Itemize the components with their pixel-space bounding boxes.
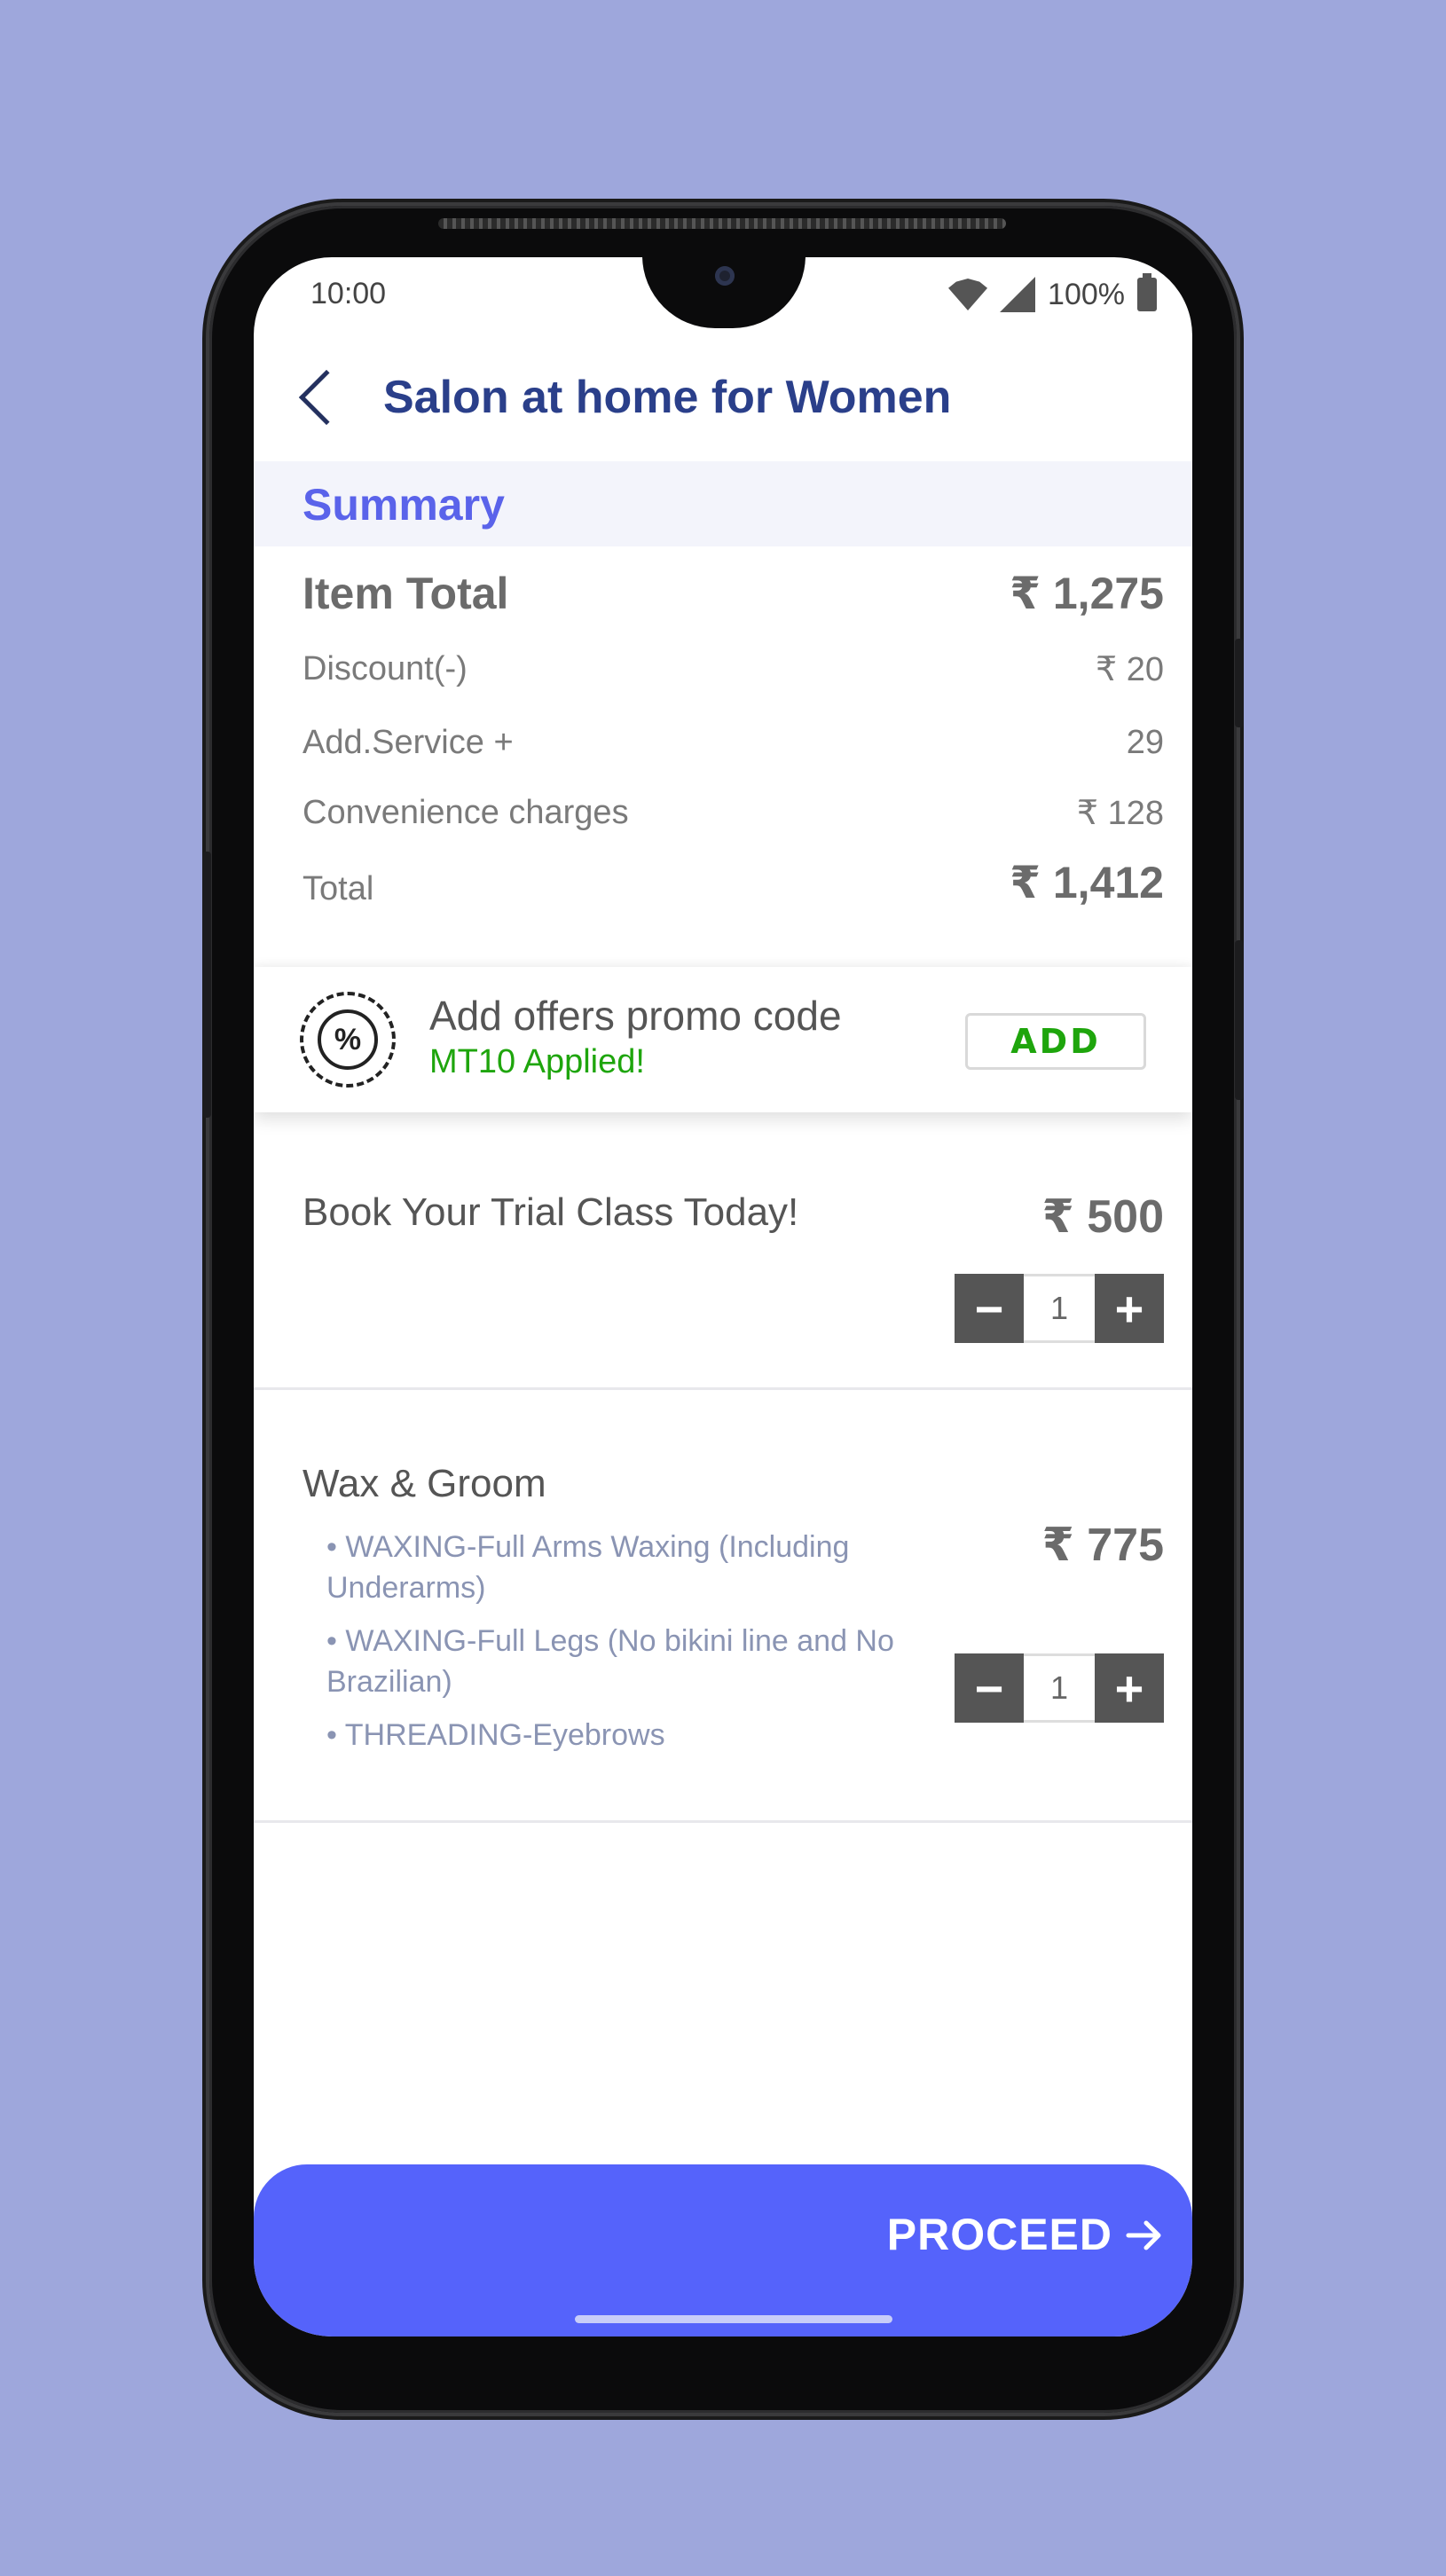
phone-speaker [438, 218, 1006, 229]
minus-icon[interactable]: − [955, 1274, 1024, 1343]
battery-percent: 100% [1048, 277, 1125, 311]
discount-row: Discount(-) ₹ 20 [303, 649, 1164, 689]
item-total-value: ₹ 1,275 [1010, 569, 1164, 618]
item-total-row: Item Total ₹ 1,275 [303, 568, 1164, 619]
item-detail: WAXING-Full Legs (No bikini line and No … [326, 1622, 912, 1703]
power-button [1235, 639, 1244, 727]
back-icon[interactable] [298, 369, 355, 426]
home-indicator[interactable] [575, 2315, 892, 2323]
status-time: 10:00 [310, 277, 387, 310]
minus-icon[interactable]: − [955, 1653, 1024, 1723]
quantity-stepper: − 1 + [955, 1653, 1164, 1723]
camera-icon [715, 266, 735, 286]
promo-card: % Add offers promo code MT10 Applied! AD… [254, 967, 1192, 1112]
item-name: Book Your Trial Class Today! [303, 1190, 799, 1234]
quantity-value: 1 [1024, 1653, 1095, 1723]
item-total-label: Item Total [303, 569, 509, 618]
discount-value: ₹ 20 [1095, 651, 1164, 688]
total-value: ₹ 1,412 [1010, 858, 1164, 907]
add-promo-button[interactable]: ADD [965, 1013, 1146, 1070]
convenience-value: ₹ 128 [1076, 795, 1164, 832]
add-service-row: Add.Service + 29 [303, 724, 1164, 762]
item-detail: WAXING-Full Arms Waxing (Including Under… [326, 1528, 912, 1609]
item-details-list: WAXING-Full Arms Waxing (Including Under… [326, 1528, 912, 1768]
promo-title: Add offers promo code [429, 993, 842, 1039]
add-service-label: Add.Service + [303, 724, 514, 761]
total-row: Total ₹ 1,412 [303, 857, 1164, 908]
item-name: Wax & Groom [303, 1462, 546, 1505]
total-label: Total [303, 870, 374, 907]
app-screen: 10:00 LTE 100% Salon at home for Women S… [254, 257, 1192, 2336]
item-divider [254, 1387, 1192, 1390]
add-service-value: 29 [1126, 724, 1164, 761]
quantity-value: 1 [1024, 1274, 1095, 1343]
discount-label: Discount(-) [303, 650, 468, 687]
proceed-label: PROCEED [886, 2210, 1112, 2259]
convenience-row: Convenience charges ₹ 128 [303, 793, 1164, 833]
battery-icon [1137, 273, 1157, 311]
proceed-button[interactable]: PROCEED [254, 2164, 1192, 2336]
page-title: Salon at home for Women [383, 372, 952, 423]
summary-section-header: Summary [254, 461, 1192, 546]
wifi-icon [948, 279, 988, 310]
signal-icon: LTE [1000, 277, 1036, 312]
side-button [1235, 940, 1244, 1100]
plus-icon[interactable]: + [1095, 1274, 1164, 1343]
item-price: ₹ 500 [1041, 1191, 1164, 1243]
arrow-right-icon [1126, 2220, 1161, 2250]
status-icons: LTE 100% [948, 273, 1157, 312]
item-price: ₹ 775 [1041, 1520, 1164, 1571]
convenience-label: Convenience charges [303, 794, 629, 831]
percent-icon: % [318, 1009, 378, 1070]
item-detail: THREADING-Eyebrows [326, 1716, 912, 1756]
summary-heading: Summary [303, 480, 505, 530]
volume-button [202, 852, 211, 1118]
plus-icon[interactable]: + [1095, 1653, 1164, 1723]
item-divider [254, 1820, 1192, 1823]
quantity-stepper: − 1 + [955, 1274, 1164, 1343]
app-header: Salon at home for Women [254, 337, 1192, 461]
promo-badge-icon: % [300, 992, 396, 1088]
promo-applied-text: MT10 Applied! [429, 1043, 645, 1080]
